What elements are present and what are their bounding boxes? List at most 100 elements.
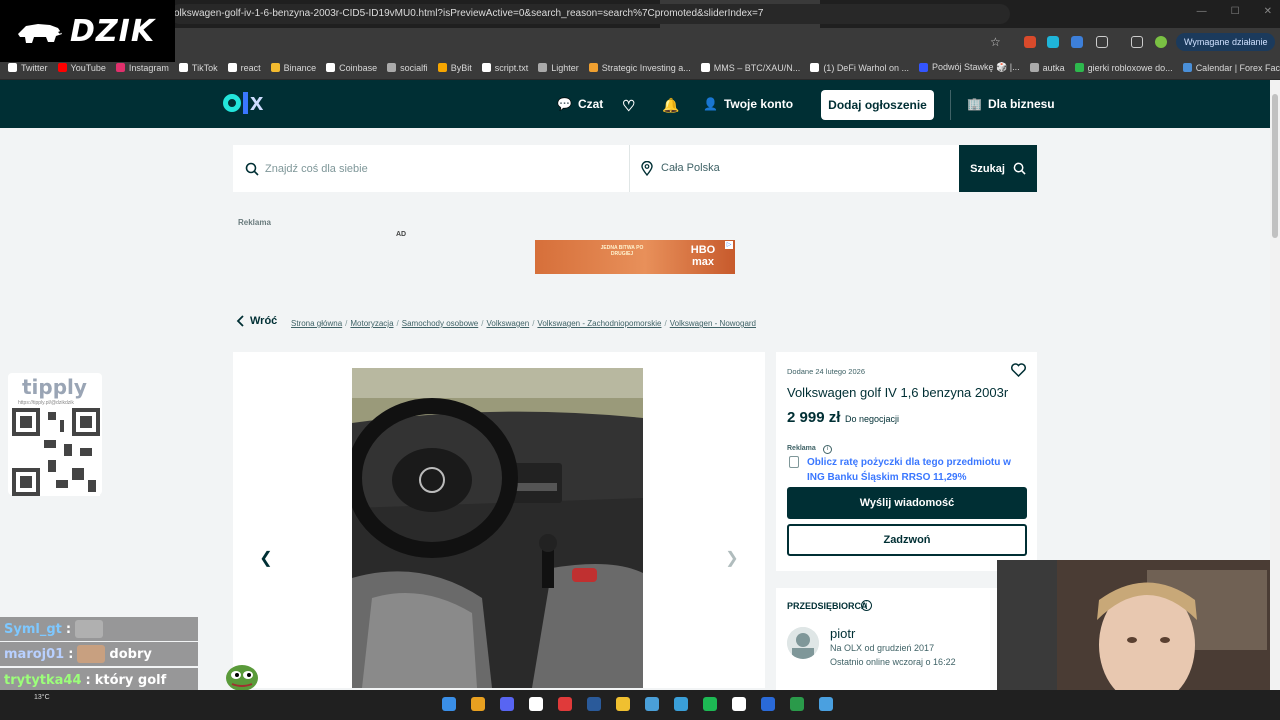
add-listing-button[interactable]: Dodaj ogłoszenie [821, 90, 934, 120]
windows-start-icon[interactable] [442, 697, 456, 711]
business-nav-label: Dla biznesu [987, 97, 1055, 111]
account-nav[interactable]: 👤 Twoje konto [703, 97, 793, 111]
bookmark-favicon-icon [57, 63, 67, 72]
extension-icon[interactable] [1047, 36, 1059, 48]
extensions-puzzle-icon[interactable] [1096, 36, 1108, 48]
favorite-heart-icon[interactable] [1011, 363, 1026, 377]
negotiable-badge: Do negocjacji [845, 414, 900, 424]
notepad-icon[interactable] [819, 697, 833, 711]
breadcrumb-link[interactable]: Samochody osobowe [402, 319, 479, 328]
bookmark-item[interactable]: Coinbase [326, 63, 377, 73]
weather-widget[interactable]: 13°C [34, 694, 50, 701]
obs-icon[interactable] [529, 697, 543, 711]
breadcrumb-link[interactable]: Volkswagen - Zachodniopomorskie [537, 319, 661, 328]
seller-type: PRZEDSIĘBIORCA [787, 601, 868, 611]
reading-list-icon[interactable] [1131, 36, 1143, 48]
chat-nav-label: Czat [577, 97, 604, 111]
location-value[interactable]: Cała Polska [661, 162, 720, 174]
bookmark-favicon-icon [700, 63, 710, 72]
ad-choices-icon[interactable]: ▷ [725, 241, 733, 249]
bookmark-item[interactable]: react [227, 62, 261, 73]
dropbox-icon[interactable] [732, 697, 746, 711]
bookmark-item[interactable]: MMS – BTC/XAU/N... [700, 63, 800, 73]
bookmark-item[interactable]: Calendar | Forex Fac... [1182, 63, 1280, 73]
breadcrumb-separator: / [664, 319, 667, 328]
minimize-icon[interactable]: — [1197, 6, 1207, 17]
folder-icon[interactable] [616, 697, 630, 711]
action-required-button[interactable]: Wymagane działanie [1176, 33, 1276, 51]
breadcrumb-link[interactable]: Volkswagen [486, 319, 529, 328]
bookmark-item[interactable]: Lighter [538, 63, 579, 73]
profile-avatar[interactable] [1155, 36, 1167, 48]
send-message-button[interactable]: Wyślij wiadomość [787, 487, 1027, 519]
close-window-icon[interactable]: ✕ [1264, 6, 1272, 17]
bookmark-label: socialfi [400, 62, 428, 73]
chat-message: trytytka44: który golf [0, 668, 198, 692]
bookmark-star-icon[interactable]: ☆ [990, 35, 1001, 49]
loan-calculator-link[interactable]: Oblicz ratę pożyczki dla tego przedmiotu… [807, 455, 1029, 485]
seller-last-online: Ostatnio online wczoraj o 16:22 [830, 657, 956, 667]
bookmark-item[interactable]: ByBit [437, 63, 472, 73]
breadcrumb-link[interactable]: Strona główna [291, 319, 342, 328]
banner-text: JEDNA BITWA PO DRUGIEJ [600, 245, 644, 257]
extension-icon[interactable] [1024, 36, 1036, 48]
seller-avatar[interactable] [787, 627, 819, 659]
back-link[interactable]: Wróć [236, 315, 277, 327]
listing-photo[interactable] [352, 368, 643, 688]
breadcrumb-separator: / [396, 319, 399, 328]
bookmark-item[interactable]: socialfi [387, 63, 428, 73]
search-input[interactable]: Znajdź coś dla siebie [265, 163, 368, 175]
window-controls[interactable]: — ☐ ✕ [1197, 6, 1272, 17]
bookmark-item[interactable]: Instagram [115, 63, 169, 73]
spotify-icon[interactable] [703, 697, 717, 711]
bookmark-item[interactable]: gierki robloxowe do... [1074, 63, 1173, 73]
bookmark-label: autka [1042, 62, 1065, 73]
business-nav[interactable]: 🏢 Dla biznesu [967, 97, 1055, 111]
listing-title: Volkswagen golf IV 1,6 benzyna 2003r [787, 385, 1009, 400]
bookmark-item[interactable]: (1) DeFi Warhol on ... [810, 63, 909, 73]
opera-icon[interactable] [558, 697, 572, 711]
chat-emote-icon [75, 620, 104, 638]
bookmark-favicon-icon [8, 63, 17, 72]
maximize-icon[interactable]: ☐ [1231, 6, 1240, 17]
ccleaner-icon[interactable] [645, 697, 659, 711]
steam-icon[interactable] [587, 697, 601, 711]
bookmark-item[interactable]: YouTube [57, 63, 106, 73]
bookmark-favicon-icon [387, 63, 397, 72]
favorites-heart-icon[interactable]: ♡ [622, 97, 635, 115]
call-button[interactable]: Zadzwoń [787, 524, 1027, 556]
gallery-next-arrow[interactable]: ❯ [722, 549, 742, 569]
bookmark-item[interactable]: Binance [270, 63, 316, 73]
info-icon[interactable]: i [823, 445, 832, 454]
bookmark-item[interactable]: Podwój Stawkę 🎲 |... [919, 62, 1020, 73]
discord-icon[interactable] [500, 697, 514, 711]
ad-banner[interactable]: JEDNA BITWA PO DRUGIEJ HBO max ▷ [535, 240, 735, 274]
url-input[interactable]: olkswagen-golf-iv-1-6-benzyna-2003r-CID5… [170, 4, 1010, 24]
olx-logo[interactable]: x [223, 91, 263, 115]
capcut-icon[interactable] [761, 697, 775, 711]
address-bar-area [0, 28, 1280, 56]
bookmark-item[interactable]: autka [1029, 62, 1065, 73]
bookmark-favicon-icon [178, 63, 188, 72]
notifications-bell-icon[interactable]: 🔔 [662, 97, 679, 114]
gallery-prev-arrow[interactable]: ❮ [256, 549, 276, 569]
info-icon[interactable]: i [861, 600, 872, 611]
bookmark-label: react [240, 62, 261, 73]
breadcrumb-link[interactable]: Motoryzacja [350, 319, 393, 328]
extension-icon[interactable] [1071, 36, 1083, 48]
bookmark-item[interactable]: Strategic Investing a... [588, 63, 691, 73]
search-button[interactable]: Szukaj [959, 145, 1037, 192]
chrome-icon[interactable] [471, 697, 485, 711]
bookmark-item[interactable]: Twitter [8, 63, 48, 73]
search-icon [1013, 162, 1026, 175]
breadcrumb-link[interactable]: Volkswagen - Nowogard [670, 319, 756, 328]
seller-name[interactable]: piotr [830, 626, 855, 641]
chat-nav[interactable]: 💬 Czat [557, 97, 603, 111]
account-nav-label: Twoje konto [723, 97, 794, 111]
bookmark-item[interactable]: TikTok [178, 63, 218, 73]
bookmark-item[interactable]: script.txt [481, 63, 528, 73]
vscode-icon[interactable] [674, 697, 688, 711]
infinity-icon[interactable] [790, 697, 804, 711]
scrollbar-thumb[interactable] [1272, 94, 1278, 238]
bookmark-favicon-icon [270, 63, 280, 72]
